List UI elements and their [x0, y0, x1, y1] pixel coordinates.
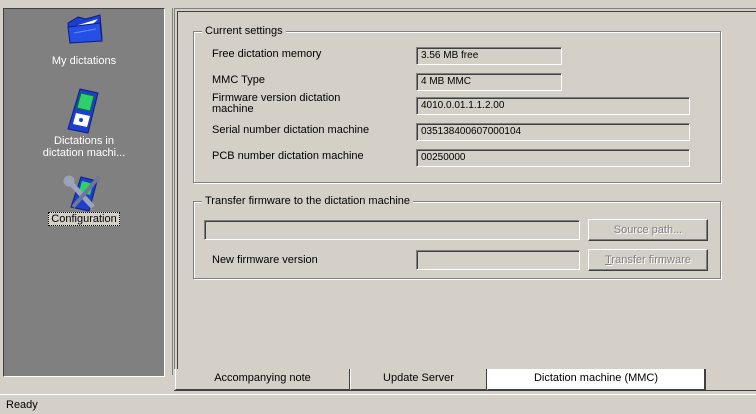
- row-label: machine: [212, 103, 254, 115]
- row-label: Serial number dictation machine: [212, 124, 370, 136]
- nav-item-label: My dictations: [51, 55, 117, 67]
- nav-item-label-line: Dictations in: [54, 135, 114, 147]
- nav-item-label: Configuration: [48, 212, 120, 226]
- nav-item-label-line: dictation machi...: [42, 147, 126, 159]
- nav-item-dictations-in-machine[interactable]: Dictations in dictation machi...: [4, 87, 164, 159]
- window-top-edge: [0, 0, 756, 3]
- current-settings-group: Current settings Free dictation memory 3…: [193, 24, 721, 183]
- pane-splitter[interactable]: [166, 8, 173, 375]
- pcb-number-field: 00250000: [416, 149, 690, 167]
- button-label: ransfer firmware: [611, 254, 691, 266]
- tab-dictation-machine-mmc[interactable]: Dictation machine (MMC): [487, 369, 706, 390]
- configuration-tools-icon: [63, 175, 101, 212]
- group-title: Current settings: [202, 24, 286, 38]
- nav-item-my-dictations[interactable]: My dictations: [4, 13, 164, 67]
- tab-bar: Accompanying note Update Server Dictatio…: [174, 369, 756, 391]
- tab-accompanying-note[interactable]: Accompanying note: [175, 369, 350, 390]
- source-path-button[interactable]: Source path...: [588, 219, 708, 241]
- nav-item-configuration[interactable]: Configuration: [4, 173, 164, 226]
- new-version-label: New firmware version: [212, 254, 318, 266]
- row-label: Free dictation memory: [212, 48, 322, 60]
- group-title: Transfer firmware to the dictation machi…: [202, 194, 414, 208]
- serial-number-field: 035138400607000104: [416, 123, 690, 141]
- firmware-path-field[interactable]: [204, 220, 580, 240]
- status-bar: Ready: [0, 394, 756, 414]
- content-panel: Current settings Free dictation memory 3…: [174, 8, 756, 369]
- row-label: MMC Type: [212, 74, 265, 86]
- row-label: PCB number dictation machine: [212, 150, 364, 162]
- free-memory-field: 3.56 MB free: [416, 47, 562, 65]
- status-text: Ready: [6, 399, 38, 411]
- dictation-machine-icon: [67, 88, 99, 134]
- folder-icon: [67, 14, 103, 44]
- transfer-firmware-group: Transfer firmware to the dictation machi…: [193, 194, 721, 279]
- transfer-firmware-button[interactable]: Transfer firmware: [588, 249, 708, 271]
- navigation-pane: My dictations Dictations in dictation ma…: [3, 8, 165, 377]
- new-firmware-version-field: [416, 250, 580, 270]
- mmc-type-field: 4 MB MMC: [416, 73, 562, 91]
- tab-update-server[interactable]: Update Server: [350, 369, 487, 390]
- firmware-version-field: 4010.0.01.1.1.2.00: [416, 97, 690, 115]
